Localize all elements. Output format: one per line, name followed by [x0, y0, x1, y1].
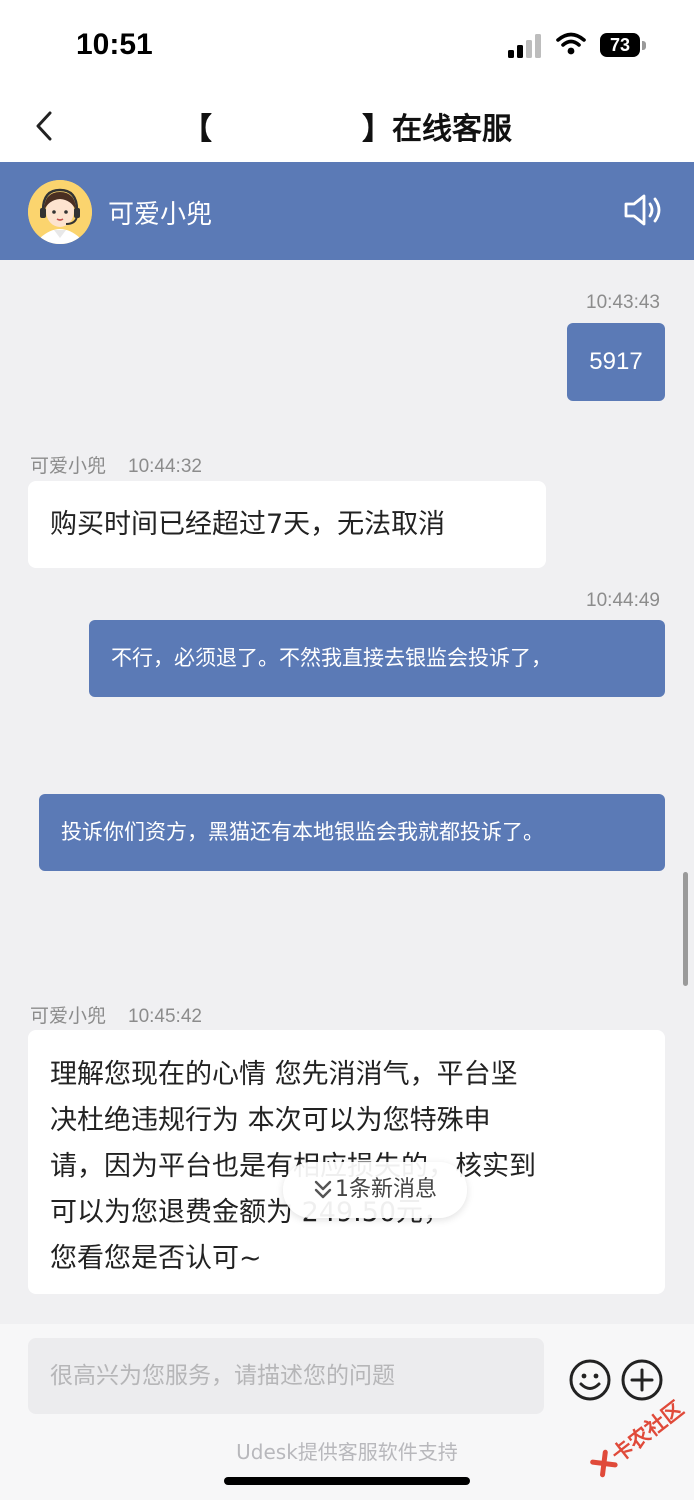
smile-icon[interactable] — [568, 1358, 612, 1402]
user-message-bubble: 5917 — [567, 323, 665, 401]
status-time: 10:51 — [76, 28, 153, 61]
battery-level: 73 — [600, 33, 640, 57]
new-message-button[interactable]: 1条新消息 — [283, 1162, 467, 1218]
agent-name: 可爱小兜 — [108, 200, 213, 230]
message-timestamp: 10:44:32 — [128, 456, 202, 477]
message-timestamp: 10:44:49 — [586, 590, 660, 611]
agent-sender-name: 可爱小兜 — [30, 1005, 107, 1027]
input-bar: Udesk提供客服软件支持 — [0, 1324, 694, 1500]
message-timestamp: 10:45:42 — [128, 1006, 202, 1027]
user-message-bubble: 投诉你们资方，黑猫还有本地银监会我就都投诉了。 — [39, 794, 665, 871]
new-message-label: 1条新消息 — [335, 1177, 437, 1202]
agent-message-line: 决杜绝违规行为 本次可以为您特殊申 — [50, 1105, 491, 1136]
chat-scrollbar[interactable] — [683, 872, 688, 986]
agent-sender-name: 可爱小兜 — [30, 455, 107, 477]
home-indicator[interactable] — [224, 1477, 470, 1485]
battery-indicator: 73 — [600, 33, 646, 57]
user-message-bubble: 不行，必须退了。不然我直接去银监会投诉了， — [89, 620, 665, 697]
status-bar: 10:51 73 — [0, 0, 694, 92]
page-title: 【 】在线客服 — [182, 112, 512, 147]
agent-message-line: 您看您是否认可~ — [50, 1243, 262, 1274]
message-timestamp: 10:43:43 — [586, 292, 660, 313]
cellular-signal-icon — [508, 34, 541, 58]
agent-header: 可爱小兜 — [0, 162, 694, 260]
battery-tip — [642, 41, 646, 50]
nav-bar: 【 】在线客服 — [0, 92, 694, 162]
wifi-icon — [556, 32, 586, 55]
agent-message-line: 理解您现在的心情 您先消消气，平台坚 — [50, 1059, 518, 1090]
agent-avatar — [28, 180, 92, 244]
speaker-icon[interactable] — [622, 192, 666, 228]
agent-avatar-icon — [28, 180, 92, 244]
agent-message-bubble: 购买时间已经超过7天，无法取消 — [28, 481, 546, 568]
agent-message-meta: 可爱小兜 10:44:32 — [30, 451, 202, 478]
message-input[interactable] — [28, 1338, 544, 1414]
agent-message-meta: 可爱小兜 10:45:42 — [30, 1001, 202, 1028]
double-chevron-down-icon — [314, 1180, 332, 1199]
